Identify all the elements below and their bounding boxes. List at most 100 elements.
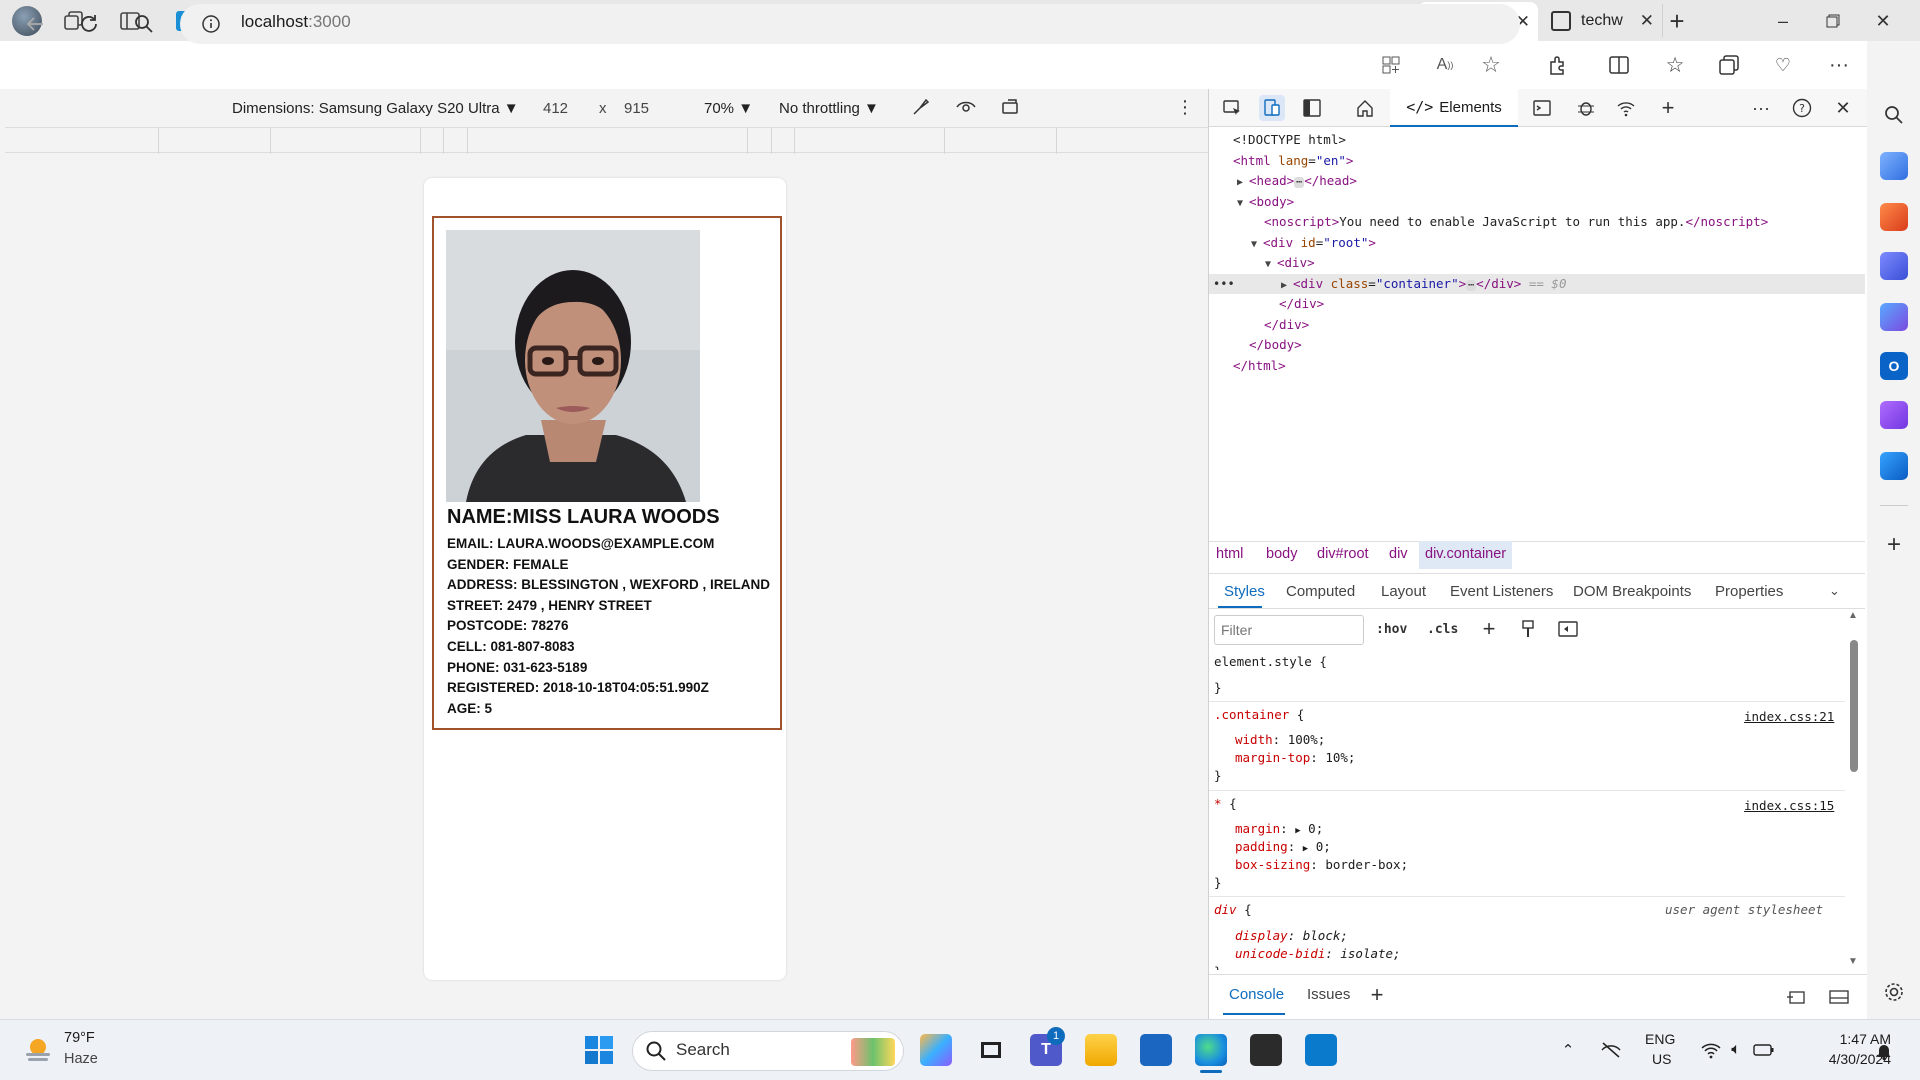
site-info-icon[interactable] [200, 13, 222, 35]
volume-icon[interactable]: 🔈︎ [1725, 1040, 1747, 1060]
collections-icon[interactable] [1716, 52, 1742, 78]
sidebar-tools-icon[interactable] [1880, 203, 1908, 231]
url-text[interactable]: localhost:3000 [241, 12, 351, 32]
drawer-add-tab-icon[interactable]: + [1366, 982, 1388, 1007]
media-query-segment[interactable] [772, 128, 795, 154]
collapsed-ellipsis-icon[interactable]: ⋯ [1466, 279, 1477, 291]
selector-text[interactable]: .container [1214, 707, 1289, 722]
weather-temperature[interactable]: 79°F [64, 1030, 95, 1046]
scroll-down-icon[interactable]: ▼ [1848, 956, 1858, 967]
tab-properties[interactable]: Properties [1715, 583, 1783, 600]
weather-condition[interactable]: Haze [64, 1051, 98, 1067]
subtabs-overflow-chevron-icon[interactable]: ⌄ [1829, 583, 1840, 599]
css-declaration[interactable]: box-sizing: border-box; [1235, 857, 1408, 872]
favorites-icon[interactable]: ☆ [1662, 52, 1688, 78]
close-tab-icon[interactable]: ✕ [1640, 11, 1654, 31]
taskbar-search-box[interactable] [632, 1031, 904, 1071]
tab-event-listeners[interactable]: Event Listeners [1450, 583, 1553, 600]
battery-icon[interactable] [1752, 1040, 1776, 1060]
dock-side-icon[interactable] [1299, 95, 1325, 121]
css-declaration[interactable]: unicode-bidi: isolate; [1235, 946, 1401, 961]
media-query-segment[interactable] [271, 128, 421, 154]
language-indicator-bottom[interactable]: US [1652, 1051, 1671, 1067]
viewport-width-input[interactable]: 412 [543, 100, 568, 117]
expand-triangle-icon[interactable]: ▶ [1281, 276, 1293, 297]
sidebar-shopping-icon[interactable] [1880, 152, 1908, 180]
tray-overflow-chevron-icon[interactable]: ⌃ [1558, 1040, 1578, 1060]
help-icon[interactable]: ? [1789, 95, 1815, 121]
media-query-segment[interactable] [468, 128, 748, 154]
media-query-bar[interactable] [5, 127, 1208, 154]
network-wifi-icon[interactable] [1613, 95, 1639, 121]
media-query-segment[interactable] [159, 128, 271, 154]
breadcrumb-container-selected[interactable]: div.container [1419, 541, 1513, 569]
node-actions-ellipsis-icon[interactable]: ••• [1213, 274, 1235, 295]
expand-triangle-icon[interactable]: ▶ [1237, 173, 1249, 194]
close-window-button[interactable]: ✕ [1870, 8, 1896, 34]
dom-node-close[interactable]: </div> [1209, 315, 1865, 336]
favorite-star-icon[interactable]: ☆ [1478, 52, 1504, 78]
tab-computed[interactable]: Computed [1286, 583, 1355, 600]
app-available-icon[interactable] [1378, 52, 1404, 78]
sidebar-send-icon[interactable] [1880, 452, 1908, 480]
dom-node-close[interactable]: </html> [1209, 356, 1865, 377]
css-declaration[interactable]: margin: ▶ 0; [1235, 821, 1323, 836]
reload-icon[interactable] [76, 11, 102, 37]
welcome-home-icon[interactable] [1352, 95, 1378, 121]
tab-elements[interactable]: </> Elements [1390, 89, 1518, 127]
dom-node-div[interactable]: ▼ <div> [1209, 253, 1865, 274]
network-offline-icon[interactable] [1600, 1040, 1622, 1060]
dom-node-body[interactable]: ▼ <body> [1209, 192, 1865, 213]
media-query-segment[interactable] [5, 128, 159, 154]
dom-node-container-selected[interactable]: ••• ▶ <div class="container"> ⋯ </div> == $0 [1209, 273, 1865, 297]
wifi-icon[interactable] [1700, 1040, 1722, 1060]
drawer-tab-issues[interactable]: Issues [1307, 986, 1350, 1003]
more-tools-plus-icon[interactable]: + [1655, 95, 1681, 121]
media-query-segment[interactable] [748, 128, 772, 154]
back-icon[interactable] [22, 11, 48, 37]
maximize-button[interactable] [1820, 8, 1846, 34]
sidebar-copilot-icon[interactable] [1880, 303, 1908, 331]
styles-scroll-thumb[interactable] [1850, 640, 1858, 772]
media-query-segment[interactable] [421, 128, 444, 154]
container-rule-source-link[interactable]: index.css:21 [1744, 709, 1834, 724]
new-tab-button[interactable]: + [1664, 6, 1690, 36]
tab-styles[interactable]: Styles [1224, 583, 1265, 600]
zoom-select[interactable]: 70% ▼ [704, 100, 753, 117]
settings-more-icon[interactable]: ··· [1826, 52, 1852, 78]
sidebar-designer-icon[interactable] [1880, 401, 1908, 429]
sidebar-games-icon[interactable] [1880, 252, 1908, 280]
paintbrush-icon[interactable] [1516, 617, 1540, 641]
css-declaration[interactable]: padding: ▶ 0; [1235, 839, 1331, 854]
collapsed-ellipsis-icon[interactable]: ⋯ [1294, 177, 1305, 188]
sidebar-settings-gear-icon[interactable] [1880, 978, 1908, 1006]
dom-node-noscript[interactable]: <noscript>You need to enable JavaScript … [1209, 212, 1865, 233]
hov-toggle[interactable]: :hov [1376, 622, 1407, 637]
throttling-select[interactable]: No throttling ▼ [779, 100, 879, 117]
device-emulation-icon[interactable] [1259, 95, 1285, 121]
css-declaration[interactable]: display: block; [1235, 928, 1348, 943]
terminal-icon[interactable] [1250, 1034, 1282, 1066]
sensors-icon[interactable] [909, 95, 933, 119]
close-devtools-icon[interactable]: ✕ [1830, 95, 1856, 121]
collapse-triangle-icon[interactable]: ▼ [1251, 235, 1263, 256]
dom-node-close[interactable]: </div> [1209, 294, 1865, 315]
breadcrumb-div[interactable]: div [1389, 546, 1408, 562]
breadcrumb-html[interactable]: html [1216, 546, 1243, 562]
dom-node-close[interactable]: </body> [1209, 335, 1865, 356]
expand-shorthand-icon[interactable]: ▶ [1303, 844, 1308, 854]
minimize-button[interactable]: – [1770, 8, 1796, 34]
collapse-triangle-icon[interactable]: ▼ [1237, 194, 1249, 215]
console-panel-icon[interactable] [1529, 95, 1555, 121]
css-declaration[interactable]: margin-top: 10%; [1235, 750, 1355, 765]
vscode-icon[interactable] [1305, 1034, 1337, 1066]
element-style-rule[interactable]: element.style { [1214, 654, 1327, 669]
media-query-segment[interactable] [945, 128, 1057, 154]
media-query-segment[interactable] [795, 128, 945, 154]
new-style-rule-icon[interactable]: + [1477, 616, 1501, 641]
read-aloud-icon[interactable]: A)) [1432, 52, 1458, 78]
sidebar-search-icon[interactable] [1880, 101, 1908, 129]
inspect-element-icon[interactable] [1219, 95, 1245, 121]
start-windows-icon[interactable] [583, 1034, 615, 1066]
breadcrumb-body[interactable]: body [1266, 546, 1297, 562]
